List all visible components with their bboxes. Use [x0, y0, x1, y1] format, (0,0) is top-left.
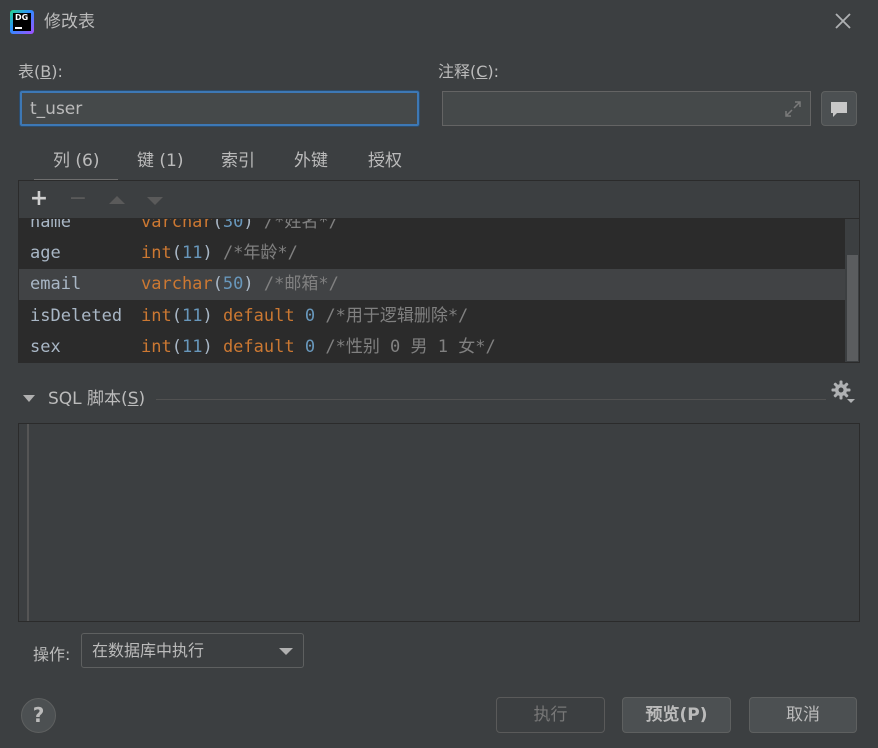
comment-editor-button[interactable] — [821, 91, 857, 126]
tab-keys[interactable]: 键 (1) — [137, 144, 183, 180]
expand-icon[interactable] — [784, 100, 802, 118]
chevron-down-icon — [279, 648, 293, 655]
columns-scrollbar[interactable] — [846, 219, 859, 362]
column-row[interactable]: age int(11) /*年龄*/ — [19, 238, 845, 269]
columns-list: name varchar(30) /*姓名*/ age int(11) /*年龄… — [19, 219, 845, 362]
speech-bubble-icon — [831, 102, 847, 117]
comment-label: 注释(C): — [438, 62, 500, 81]
sql-editor[interactable] — [18, 423, 860, 622]
tab-columns[interactable]: 列 (6) — [33, 144, 120, 182]
execute-button[interactable]: 执行 — [496, 697, 605, 733]
table-name-input[interactable] — [22, 93, 417, 124]
sql-section-title: SQL 脚本(S) — [48, 389, 146, 409]
comment-field[interactable] — [442, 91, 811, 126]
sql-gutter — [19, 424, 29, 621]
columns-toolbar: + − — [19, 181, 859, 219]
operation-label: 操作: — [33, 645, 71, 664]
scrollbar-thumb[interactable] — [847, 255, 858, 361]
collapse-triangle-icon[interactable] — [22, 393, 36, 405]
column-row[interactable]: isDeleted int(11) default 0 /*用于逻辑删除*/ — [19, 301, 845, 332]
tab-foreign-keys[interactable]: 外键 — [294, 144, 328, 180]
move-up-icon[interactable] — [106, 189, 128, 211]
preview-button[interactable]: 预览(P) — [622, 697, 731, 733]
columns-panel: + − name varchar(30) /*姓名*/ age int(11) … — [18, 180, 860, 363]
tab-indexes[interactable]: 索引 — [221, 144, 255, 180]
cancel-button[interactable]: 取消 — [749, 697, 857, 733]
column-row-selected[interactable]: email varchar(50) /*邮箱*/ — [19, 269, 845, 300]
tab-grants[interactable]: 授权 — [368, 144, 402, 180]
sql-section-header[interactable]: SQL 脚本(S) — [20, 386, 858, 412]
close-icon[interactable] — [832, 10, 854, 32]
operation-selected-value: 在数据库中执行 — [92, 641, 205, 660]
operation-select[interactable]: 在数据库中执行 — [81, 633, 304, 668]
remove-icon[interactable]: − — [67, 188, 89, 211]
column-row[interactable]: name varchar(30) /*姓名*/ — [19, 219, 845, 238]
table-label: 表(B): — [18, 62, 63, 81]
gear-icon[interactable] — [830, 379, 856, 405]
datagrip-logo-icon: DG — [10, 10, 34, 34]
table-name-field[interactable] — [20, 91, 419, 126]
move-down-icon[interactable] — [144, 189, 166, 211]
column-row[interactable]: sex int(11) default 0 /*性别 0 男 1 女*/ — [19, 332, 845, 362]
add-icon[interactable]: + — [28, 188, 50, 211]
help-button[interactable]: ? — [21, 698, 56, 733]
window-title: 修改表 — [44, 12, 95, 32]
